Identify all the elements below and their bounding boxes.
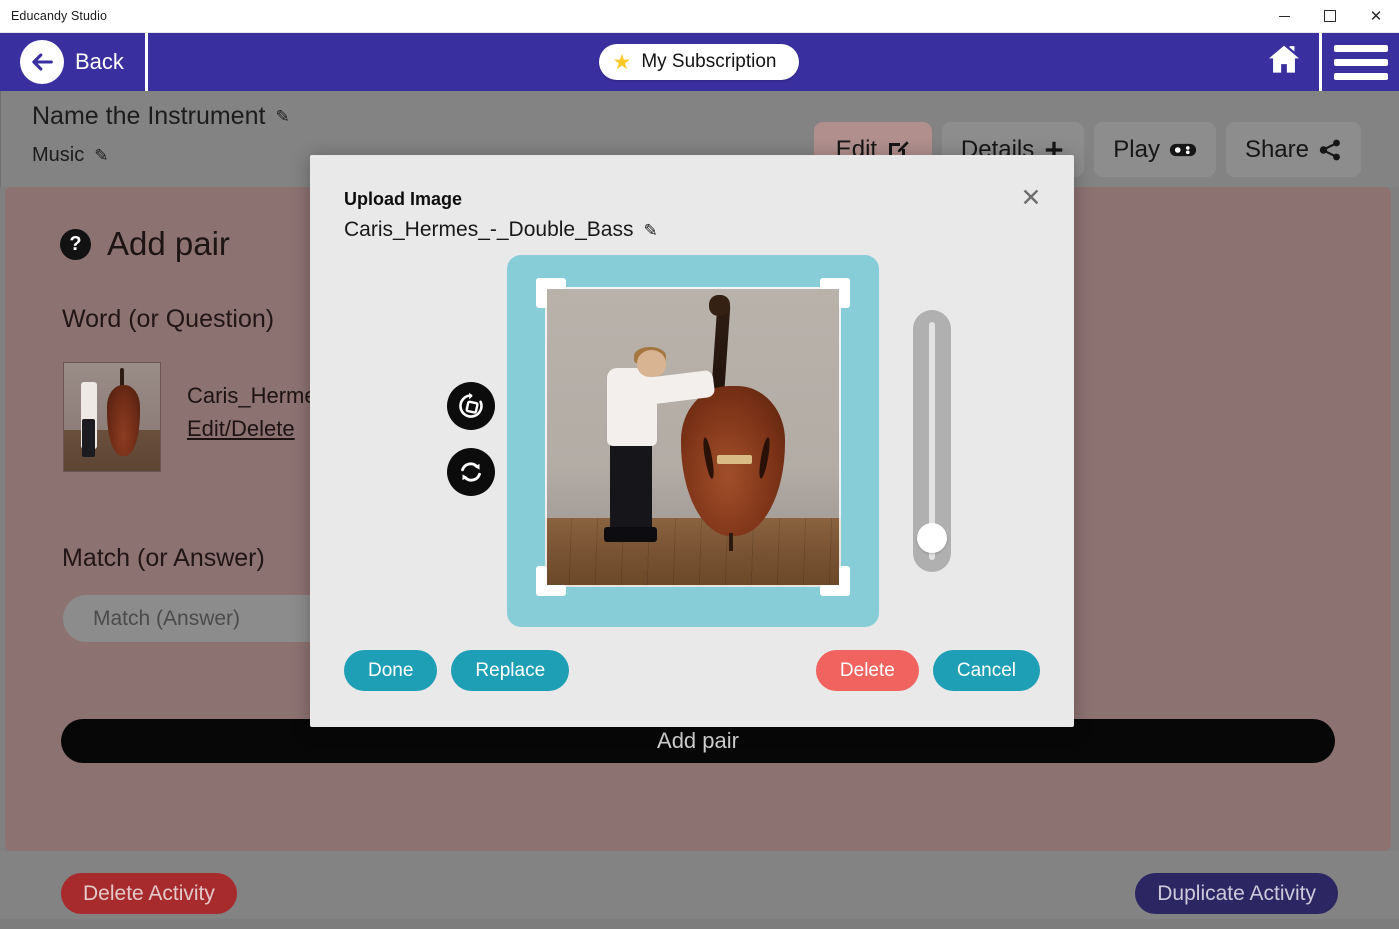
thumbnail-legs (82, 419, 94, 457)
maximize-button[interactable] (1307, 0, 1353, 33)
window-titlebar: Educandy Studio ✕ (0, 0, 1399, 33)
delete-image-button[interactable]: Delete (816, 650, 919, 691)
gamepad-icon (1169, 140, 1197, 160)
play-label: Play (1113, 136, 1160, 164)
done-button[interactable]: Done (344, 650, 437, 691)
photo-person-head (637, 350, 667, 377)
flip-sync-arrows-icon (456, 457, 486, 487)
activity-title-row: Name the Instrument ✎ (32, 102, 290, 131)
modal-secondary-actions: Delete Cancel (816, 650, 1040, 691)
hamburger-menu-icon (1334, 45, 1388, 80)
zoom-slider[interactable] (913, 310, 951, 572)
uploaded-image-preview (545, 287, 841, 587)
word-field-label: Word (or Question) (62, 305, 274, 334)
home-button[interactable] (1249, 33, 1319, 91)
activity-subject-row: Music ✎ (32, 144, 108, 167)
delete-activity-button[interactable]: Delete Activity (61, 873, 237, 914)
photo-bass-endpin (729, 533, 733, 551)
word-value-row: Caris_Hermes Edit/Delete (63, 362, 328, 472)
play-button[interactable]: Play (1094, 122, 1216, 177)
window-title: Educandy Studio (0, 9, 107, 23)
taskbar-strip (0, 919, 1399, 929)
photo-person-shoes (604, 527, 657, 542)
flip-image-button[interactable] (447, 448, 495, 496)
window-controls: ✕ (1261, 0, 1399, 33)
pencil-icon[interactable]: ✎ (94, 147, 108, 164)
back-label: Back (75, 49, 124, 75)
close-window-button[interactable]: ✕ (1353, 0, 1399, 33)
rotate-image-button[interactable] (447, 382, 495, 430)
duplicate-activity-button[interactable]: Duplicate Activity (1135, 873, 1338, 914)
photo-person-legs (610, 437, 651, 536)
navbar-center: ★ My Subscription (148, 44, 1249, 80)
share-nodes-icon (1318, 138, 1342, 162)
modal-filename: Caris_Hermes_-_Double_Bass (344, 218, 633, 242)
app-window: Educandy Studio ✕ Back ★ My Subscription (0, 0, 1399, 929)
close-modal-button[interactable]: ✕ (1015, 182, 1047, 214)
replace-button[interactable]: Replace (451, 650, 569, 691)
pencil-icon[interactable]: ✎ (643, 222, 657, 239)
modal-primary-actions: Done Replace (344, 650, 569, 691)
my-subscription-button[interactable]: ★ My Subscription (599, 44, 799, 80)
share-label: Share (1245, 136, 1309, 164)
close-icon: ✕ (1370, 9, 1383, 24)
hamburger-menu-button[interactable] (1319, 33, 1399, 91)
bottom-action-bar: Delete Activity Duplicate Activity (0, 851, 1399, 929)
image-crop-stage[interactable] (507, 255, 879, 627)
photo-floor (545, 518, 841, 587)
match-field-label: Match (or Answer) (62, 544, 265, 573)
arrow-left-circle-icon (20, 40, 64, 84)
photo-bass-scroll (709, 295, 730, 316)
cancel-button[interactable]: Cancel (933, 650, 1040, 691)
add-pair-header: ? Add pair (60, 225, 230, 263)
back-button[interactable]: Back (0, 33, 148, 91)
modal-title: Upload Image (344, 189, 462, 210)
word-text-group: Caris_Hermes Edit/Delete (187, 362, 328, 472)
minimize-button[interactable] (1261, 0, 1307, 33)
word-image-thumbnail[interactable] (63, 362, 161, 472)
star-icon: ★ (613, 52, 632, 73)
word-value: Caris_Hermes (187, 383, 328, 409)
rotate-square-icon (456, 391, 486, 421)
thumbnail-bass-body (107, 385, 140, 456)
modal-filename-row: Caris_Hermes_-_Double_Bass ✎ (344, 218, 658, 242)
add-pair-heading: Add pair (107, 225, 230, 263)
home-icon (1264, 41, 1304, 84)
top-navbar: Back ★ My Subscription (0, 33, 1399, 91)
edit-delete-link[interactable]: Edit/Delete (187, 416, 328, 442)
my-subscription-label: My Subscription (641, 51, 776, 73)
zoom-slider-thumb[interactable] (917, 523, 947, 553)
photo-bass-bridge (717, 455, 753, 464)
page-title: Name the Instrument (32, 102, 265, 131)
upload-image-modal: Upload Image Caris_Hermes_-_Double_Bass … (310, 155, 1074, 727)
share-button[interactable]: Share (1226, 122, 1361, 177)
activity-subject: Music (32, 144, 84, 167)
pencil-icon[interactable]: ✎ (275, 108, 289, 125)
question-mark-icon[interactable]: ? (60, 229, 91, 260)
